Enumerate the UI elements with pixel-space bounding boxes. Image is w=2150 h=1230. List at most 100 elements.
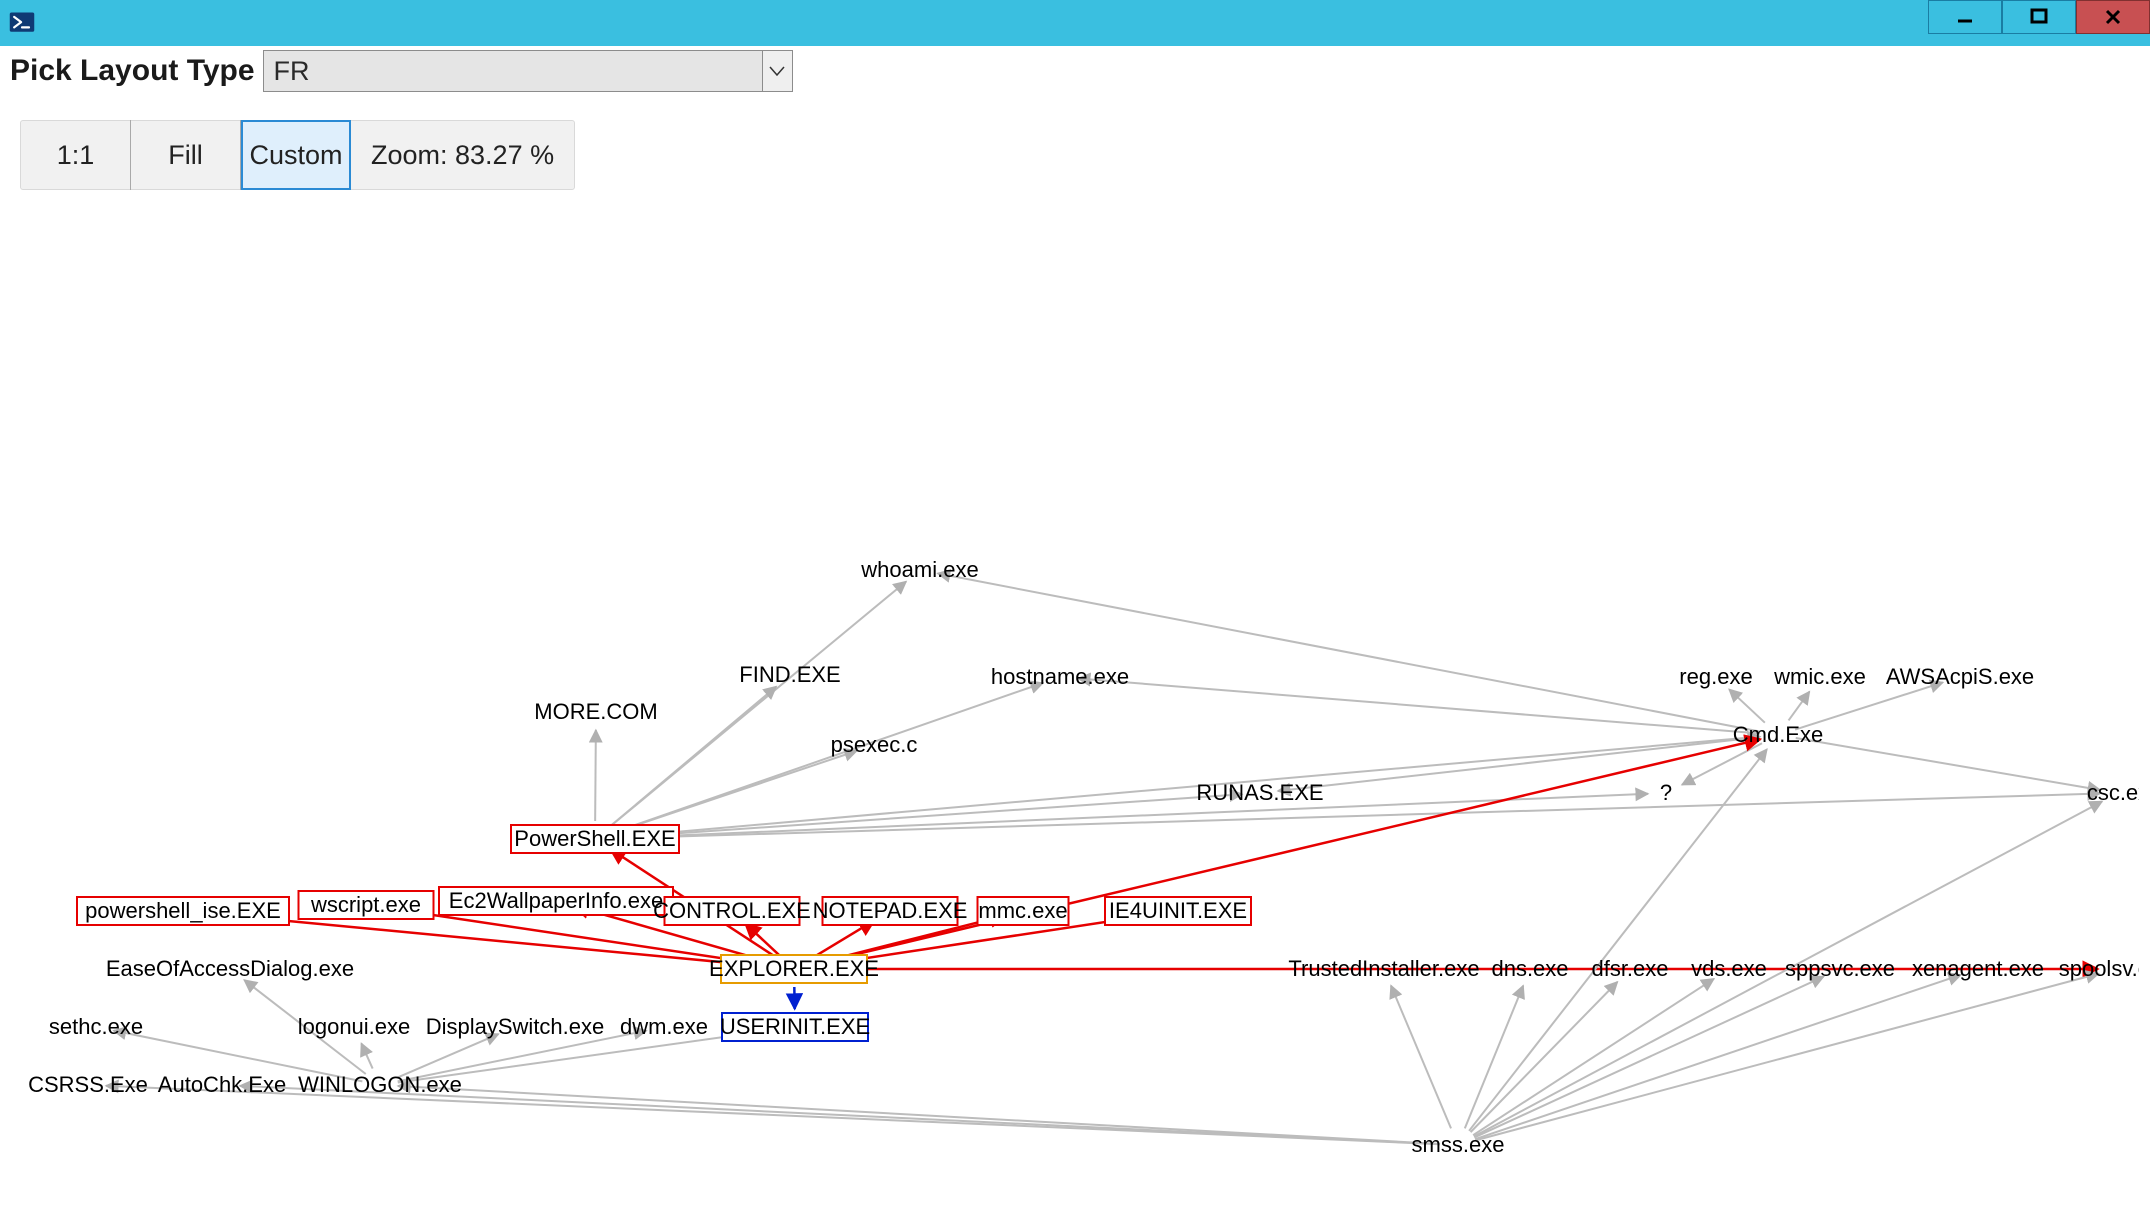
graph-node-label: CSRSS.Exe xyxy=(28,1072,148,1097)
graph-edge xyxy=(613,737,1760,838)
graph-node-label: AutoChk.Exe xyxy=(158,1072,286,1097)
graph-node-label: CONTROL.EXE xyxy=(653,898,811,923)
graph-node[interactable]: sethc.exe xyxy=(49,1014,143,1039)
graph-node-label: powershell_ise.EXE xyxy=(85,898,281,923)
graph-node[interactable]: powershell_ise.EXE xyxy=(77,897,289,925)
graph-node-label: AWSAcpiS.exe xyxy=(1886,664,2034,689)
graph-edge xyxy=(1789,692,1810,721)
graph-node[interactable]: logonui.exe xyxy=(298,1014,411,1039)
graph-node-label: NOTEPAD.EXE xyxy=(813,898,968,923)
graph-node[interactable]: USERINIT.EXE xyxy=(720,1013,870,1041)
window-close-button[interactable] xyxy=(2076,0,2150,34)
graph-node[interactable]: AWSAcpiS.exe xyxy=(1886,664,2034,689)
graph-edge xyxy=(1078,678,1760,733)
graph-node-label: sethc.exe xyxy=(49,1014,143,1039)
graph-edge xyxy=(595,730,596,821)
graph-node[interactable]: Ec2WallpaperInfo.exe xyxy=(439,887,673,915)
graph-node-label: IE4UINIT.EXE xyxy=(1109,898,1247,923)
powershell-icon xyxy=(8,9,36,37)
graph-node-label: spoolsv.exe xyxy=(2059,956,2139,981)
graph-node[interactable]: PowerShell.EXE xyxy=(511,825,679,853)
graph-node-label: logonui.exe xyxy=(298,1014,411,1039)
graph-node-label: EXPLORER.EXE xyxy=(709,956,879,981)
graph-node[interactable]: TrustedInstaller.exe xyxy=(1288,956,1479,981)
graph-edge xyxy=(1391,986,1451,1129)
graph-node[interactable]: MORE.COM xyxy=(534,699,657,724)
window-maximize-button[interactable] xyxy=(2002,0,2076,34)
graph-node[interactable]: AutoChk.Exe xyxy=(158,1072,286,1097)
graph-node[interactable]: sppsvc.exe xyxy=(1785,956,1895,981)
graph-edge xyxy=(1475,975,1961,1139)
graph-node-label: RUNAS.EXE xyxy=(1196,780,1323,805)
graph-node[interactable]: IE4UINIT.EXE xyxy=(1105,897,1251,925)
graph-node[interactable]: dfsr.exe xyxy=(1591,956,1668,981)
graph-node[interactable]: CONTROL.EXE xyxy=(653,897,811,925)
graph-node-label: EaseOfAccessDialog.exe xyxy=(106,956,354,981)
graph-node[interactable]: reg.exe xyxy=(1679,664,1752,689)
graph-node-label: USERINIT.EXE xyxy=(720,1014,870,1039)
graph-node[interactable]: hostname.exe xyxy=(991,664,1129,689)
graph-node-label: csc.ex xyxy=(2087,780,2139,805)
graph-edge xyxy=(398,1086,1440,1144)
graph-node-label: whoami.exe xyxy=(860,557,978,582)
graph-edge xyxy=(613,794,2100,839)
graph-node-label: WINLOGON.exe xyxy=(298,1072,462,1097)
graph-node[interactable]: psexec.c xyxy=(831,732,918,757)
graph-node[interactable]: vds.exe xyxy=(1691,956,1767,981)
graph-node[interactable]: dns.exe xyxy=(1491,956,1568,981)
graph-node[interactable]: dwm.exe xyxy=(620,1014,708,1039)
graph-node[interactable]: spoolsv.exe xyxy=(2059,956,2139,981)
graph-edge xyxy=(612,751,857,834)
window-minimize-button[interactable] xyxy=(1928,0,2002,34)
graph-edge xyxy=(1471,982,1618,1132)
graph-node[interactable]: csc.ex xyxy=(2087,780,2139,805)
graph-node-label: wscript.exe xyxy=(310,892,421,917)
graph-node-label: Cmd.Exe xyxy=(1733,722,1823,747)
graph-node-label: wmic.exe xyxy=(1773,664,1866,689)
graph-node-label: dfsr.exe xyxy=(1591,956,1668,981)
graph-node-label: vds.exe xyxy=(1691,956,1767,981)
graph-node-label: dns.exe xyxy=(1491,956,1568,981)
graph-edge xyxy=(938,573,1761,731)
graph-node-label: dwm.exe xyxy=(620,1014,708,1039)
graph-node-label: psexec.c xyxy=(831,732,918,757)
titlebar xyxy=(0,0,2150,46)
graph-node-label: hostname.exe xyxy=(991,664,1129,689)
graph-node-label: ? xyxy=(1660,780,1672,805)
graph-node[interactable]: Cmd.Exe xyxy=(1733,722,1823,747)
graph-node[interactable]: smss.exe xyxy=(1412,1132,1505,1157)
graph-edge xyxy=(613,794,1648,838)
graph-node[interactable]: EXPLORER.EXE xyxy=(709,955,879,983)
graph-edge xyxy=(1473,979,1714,1135)
graph-node-label: DisplaySwitch.exe xyxy=(426,1014,605,1039)
graph-node[interactable]: ? xyxy=(1660,780,1672,805)
graph-node-label: TrustedInstaller.exe xyxy=(1288,956,1479,981)
graph-node[interactable]: WINLOGON.exe xyxy=(298,1072,462,1097)
graph-edge xyxy=(1729,689,1765,722)
graph-edge xyxy=(812,739,1761,965)
graph-edge xyxy=(361,1043,372,1068)
graph-edge xyxy=(1278,737,1760,791)
process-graph[interactable]: whoami.exe FIND.EXE hostname.exe MORE.COM ps… xyxy=(11,50,2139,1218)
graph-node[interactable]: wmic.exe xyxy=(1773,664,1866,689)
graph-node[interactable]: CSRSS.Exe xyxy=(28,1072,148,1097)
graph-node[interactable]: RUNAS.EXE xyxy=(1196,780,1323,805)
graph-node[interactable]: DisplaySwitch.exe xyxy=(426,1014,605,1039)
graph-node-label: PowerShell.EXE xyxy=(514,826,675,851)
graph-node[interactable]: EaseOfAccessDialog.exe xyxy=(106,956,354,981)
graph-node-label: mmc.exe xyxy=(978,898,1067,923)
graph-edge xyxy=(1796,738,2101,790)
graph-node[interactable]: NOTEPAD.EXE xyxy=(813,897,968,925)
graph-node-label: sppsvc.exe xyxy=(1785,956,1895,981)
graph-node[interactable]: xenagent.exe xyxy=(1912,956,2044,981)
graph-node-label: smss.exe xyxy=(1412,1132,1505,1157)
graph-node[interactable]: mmc.exe xyxy=(978,897,1069,925)
graph-node-label: xenagent.exe xyxy=(1912,956,2044,981)
graph-node-label: Ec2WallpaperInfo.exe xyxy=(449,888,663,913)
graph-node[interactable]: FIND.EXE xyxy=(739,662,840,687)
graph-node[interactable]: wscript.exe xyxy=(299,891,434,919)
graph-node[interactable]: whoami.exe xyxy=(860,557,978,582)
graph-edge xyxy=(809,920,874,959)
graph-node-label: MORE.COM xyxy=(534,699,657,724)
graph-node-label: FIND.EXE xyxy=(739,662,840,687)
